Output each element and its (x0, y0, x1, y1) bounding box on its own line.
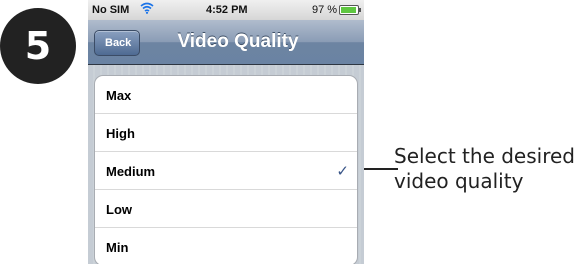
option-label: High (106, 126, 135, 141)
battery-icon (339, 5, 361, 15)
battery-percentage: 97 % (312, 4, 338, 16)
callout-pointer-line (364, 168, 398, 170)
option-max[interactable]: Max (95, 76, 357, 114)
clock-time: 4:52 PM (206, 4, 248, 16)
option-medium[interactable]: Medium ✓ (95, 152, 357, 190)
back-button[interactable]: Back (94, 30, 141, 56)
option-high[interactable]: High (95, 114, 357, 152)
callout-annotation: Select the desired video quality (394, 144, 578, 194)
settings-content: Max High Medium ✓ Low Min (88, 65, 364, 264)
status-bar: No SIM 4:52 PM 97 % (88, 0, 364, 20)
option-label: Min (106, 240, 129, 255)
video-quality-options-list: Max High Medium ✓ Low Min (94, 75, 358, 264)
carrier-label: No SIM (92, 4, 130, 16)
phone-screen: No SIM 4:52 PM 97 % Video Quality Back M… (88, 0, 364, 264)
callout-line-1: Select the desired (394, 144, 575, 168)
wifi-icon (140, 2, 154, 17)
option-min[interactable]: Min (95, 228, 357, 264)
step-number-badge: 5 (0, 8, 76, 84)
callout-line-2: video quality (394, 169, 524, 193)
option-low[interactable]: Low (95, 190, 357, 228)
option-label: Medium (106, 164, 156, 179)
navigation-bar: Video Quality Back (88, 20, 364, 65)
option-label: Low (106, 202, 132, 217)
checkmark-icon: ✓ (336, 162, 349, 180)
option-label: Max (106, 88, 132, 103)
